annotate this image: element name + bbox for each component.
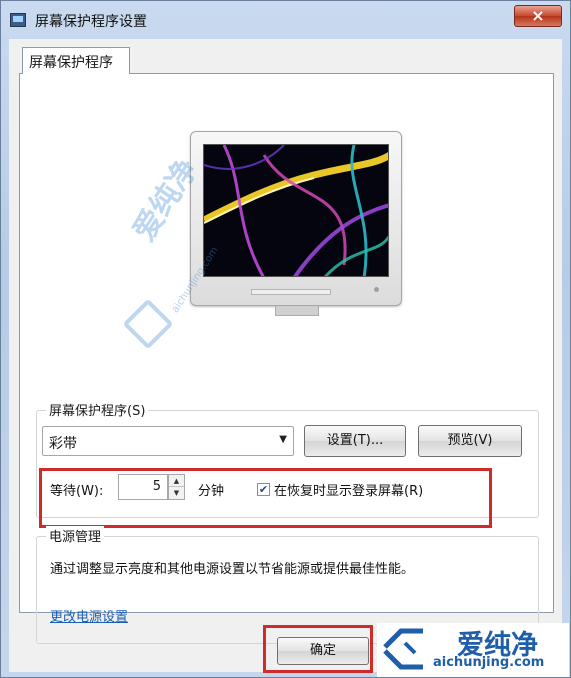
settings-button[interactable]: 设置(T)... — [304, 425, 406, 457]
power-description: 通过调整显示亮度和其他电源设置以节省能源或提供最佳性能。 — [50, 562, 415, 577]
screensaver-group-label: 屏幕保护程序(S) — [46, 400, 149, 419]
change-power-settings-link[interactable]: 更改电源设置 — [50, 606, 128, 625]
power-group-label: 电源管理 — [46, 526, 105, 545]
screensaver-selected-value: 彩带 — [49, 436, 77, 452]
monitor-app-icon — [10, 13, 26, 27]
monitor-stand — [275, 306, 319, 316]
monitor-power-led — [374, 287, 379, 292]
close-button[interactable]: × — [514, 5, 562, 27]
monitor-drive-slot — [251, 289, 331, 295]
highlight-box-wait — [39, 468, 492, 528]
watermark-corner-url: aichunjing.com — [433, 655, 545, 670]
screensaver-dropdown[interactable]: 彩带 ▼ — [42, 426, 294, 456]
tab-panel: 屏幕保护程序(S) 彩带 ▼ 设置(T)... 预览(V) 等待(W): 5 ▲… — [19, 73, 554, 644]
watermark-logo-icon — [122, 298, 174, 350]
watermark-badge: 爱纯净 aichunjing.com — [377, 623, 569, 677]
window-title: 屏幕保护程序设置 — [35, 14, 147, 30]
preview-button[interactable]: 预览(V) — [418, 425, 522, 457]
highlight-box-ok — [263, 625, 373, 673]
dialog-client-area: 屏幕保护程序 屏幕保护程序(S) 彩带 ▼ 设置(T)... 预览(V) 等待(… — [9, 39, 562, 673]
watermark-corner-logo-icon — [383, 628, 423, 670]
chevron-down-icon: ▼ — [279, 434, 287, 445]
tab-screensaver[interactable]: 屏幕保护程序 — [22, 47, 130, 74]
screensaver-preview-screen — [203, 144, 389, 277]
monitor-preview — [190, 131, 402, 306]
screensaver-settings-window: 屏幕保护程序设置 × 屏幕保护程序 屏幕保护程序(S) 彩带 ▼ 设置(T)..… — [0, 0, 571, 678]
ribbons-preview-image — [204, 145, 388, 276]
title-bar[interactable]: 屏幕保护程序设置 × — [1, 1, 570, 39]
